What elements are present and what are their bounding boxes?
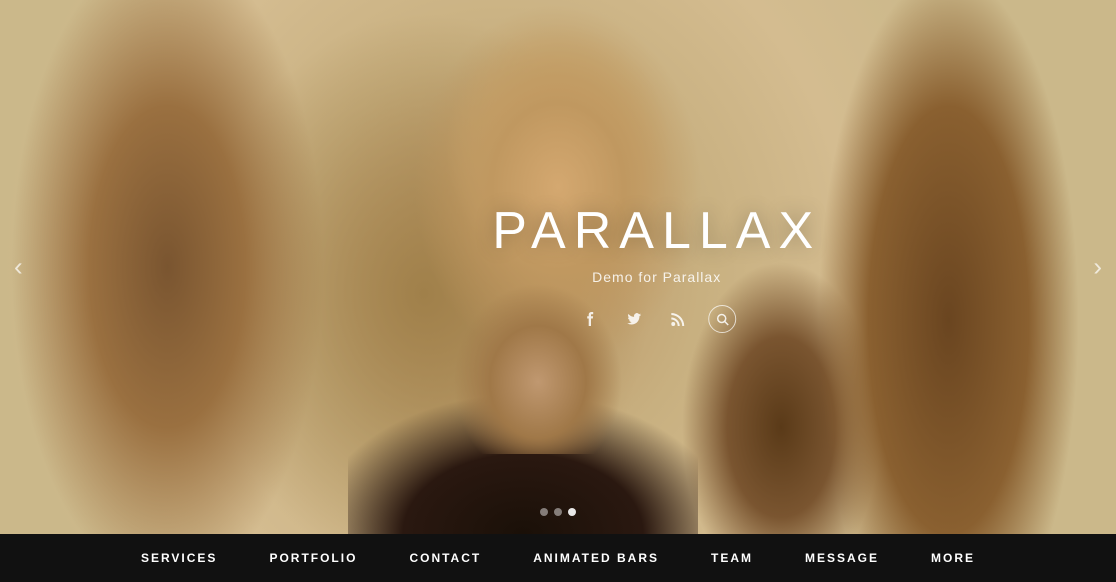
slide-dot-3[interactable] (568, 508, 576, 516)
nav-item-team[interactable]: TEAM (685, 534, 779, 582)
nav-item-services[interactable]: SERVICES (115, 534, 243, 582)
nav-item-contact[interactable]: CONTACT (383, 534, 507, 582)
rss-icon[interactable] (665, 305, 693, 333)
nav-item-portfolio[interactable]: PORTFOLIO (243, 534, 383, 582)
slide-next-button[interactable]: › (1083, 242, 1112, 293)
search-icon[interactable] (709, 305, 737, 333)
hero-section: ‹ › PARALLAX Demo for Parallax (0, 0, 1116, 534)
hero-subtitle: Demo for Parallax (492, 269, 821, 285)
social-icons-group (492, 305, 821, 333)
slide-dot-2[interactable] (554, 508, 562, 516)
nav-item-message[interactable]: MESSAGE (779, 534, 905, 582)
hero-content: PARALLAX Demo for Parallax (492, 201, 821, 333)
facebook-icon[interactable] (577, 305, 605, 333)
nav-item-animated-bars[interactable]: ANIMATED BARS (507, 534, 685, 582)
hero-title: PARALLAX (492, 201, 821, 261)
navbar: SERVICES PORTFOLIO CONTACT ANIMATED BARS… (0, 534, 1116, 582)
slide-indicators (540, 508, 576, 516)
slide-dot-1[interactable] (540, 508, 548, 516)
nav-item-more[interactable]: MORE (905, 534, 1001, 582)
twitter-icon[interactable] (621, 305, 649, 333)
slide-prev-button[interactable]: ‹ (4, 242, 33, 293)
